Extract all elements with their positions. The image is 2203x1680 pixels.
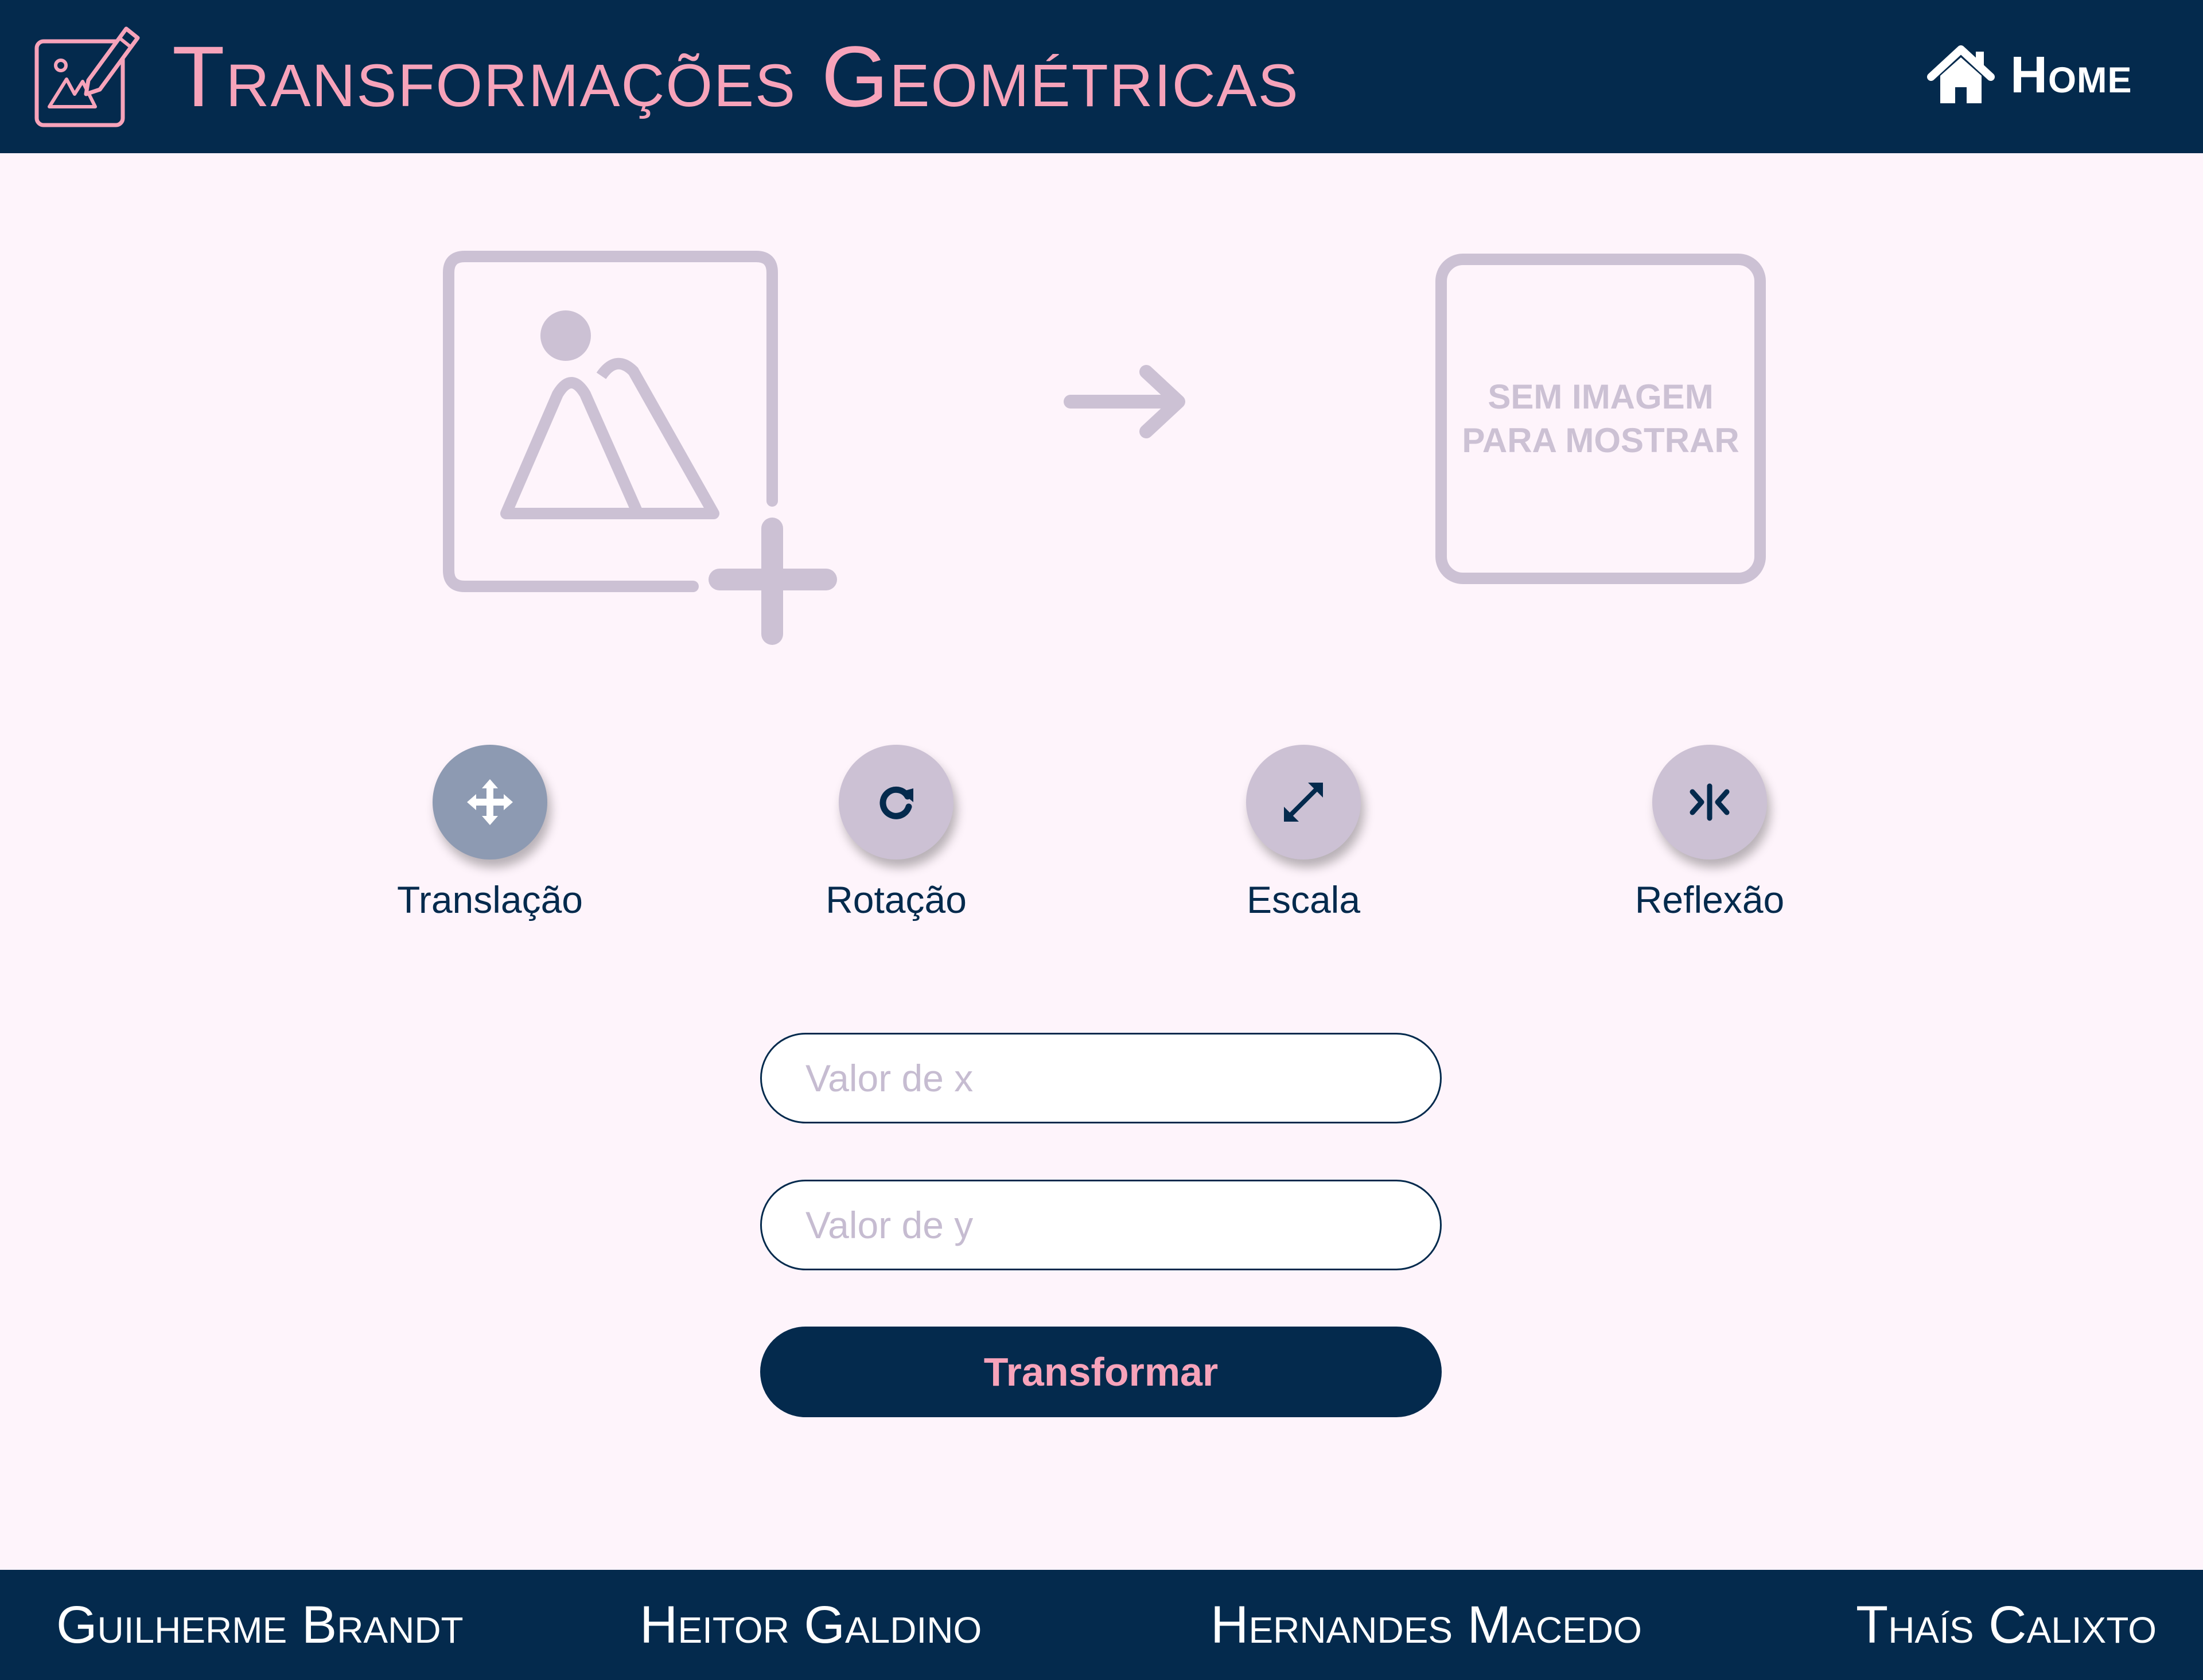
tool-reflexao: Reflexão: [1595, 745, 1824, 921]
transform-button[interactable]: Transformar: [760, 1327, 1442, 1417]
y-value-input[interactable]: [760, 1180, 1442, 1270]
tool-label: Rotação: [826, 878, 967, 921]
reflection-button[interactable]: [1652, 745, 1767, 860]
author-name: Guilherme Brandt: [56, 1596, 464, 1654]
output-preview: SEM IMAGEM PARA MOSTRAR: [1435, 254, 1766, 584]
app-header: Transformações Geométricas Home: [0, 0, 2203, 153]
expand-diagonal-icon: [1284, 783, 1323, 822]
author-name: Heitor Galdino: [640, 1596, 982, 1654]
page-title: Transformações Geométricas: [172, 28, 1299, 125]
tool-label: Reflexão: [1634, 878, 1785, 921]
arrow-right-icon: [1064, 365, 1185, 438]
edit-image-icon: [34, 26, 140, 127]
author-name: Thaís Calixto: [1856, 1596, 2157, 1654]
reflect-icon: [1690, 783, 1730, 821]
image-upload-area[interactable]: [436, 244, 843, 651]
translation-button[interactable]: [433, 745, 547, 860]
home-link[interactable]: Home: [1926, 44, 2132, 107]
home-label: Home: [2010, 46, 2132, 104]
author-name: Hernandes Macedo: [1211, 1596, 1642, 1654]
home-icon: [1927, 45, 1995, 103]
tool-escala: Escala: [1189, 745, 1418, 921]
tool-rotacao: Rotação: [781, 745, 1011, 921]
rotation-button[interactable]: [839, 745, 953, 860]
tool-translacao: Translação: [375, 745, 605, 921]
tool-label: Escala: [1246, 878, 1361, 921]
scale-button[interactable]: [1246, 745, 1361, 860]
app-footer: Guilherme Brandt Heitor Galdino Hernande…: [0, 1570, 2203, 1680]
move-arrows-icon: [467, 779, 513, 825]
empty-preview-text: SEM IMAGEM PARA MOSTRAR: [1462, 378, 1739, 460]
x-value-input[interactable]: [760, 1033, 1442, 1123]
rotate-icon: [879, 786, 913, 819]
add-image-icon: [443, 251, 837, 645]
tool-label: Translação: [396, 878, 583, 921]
